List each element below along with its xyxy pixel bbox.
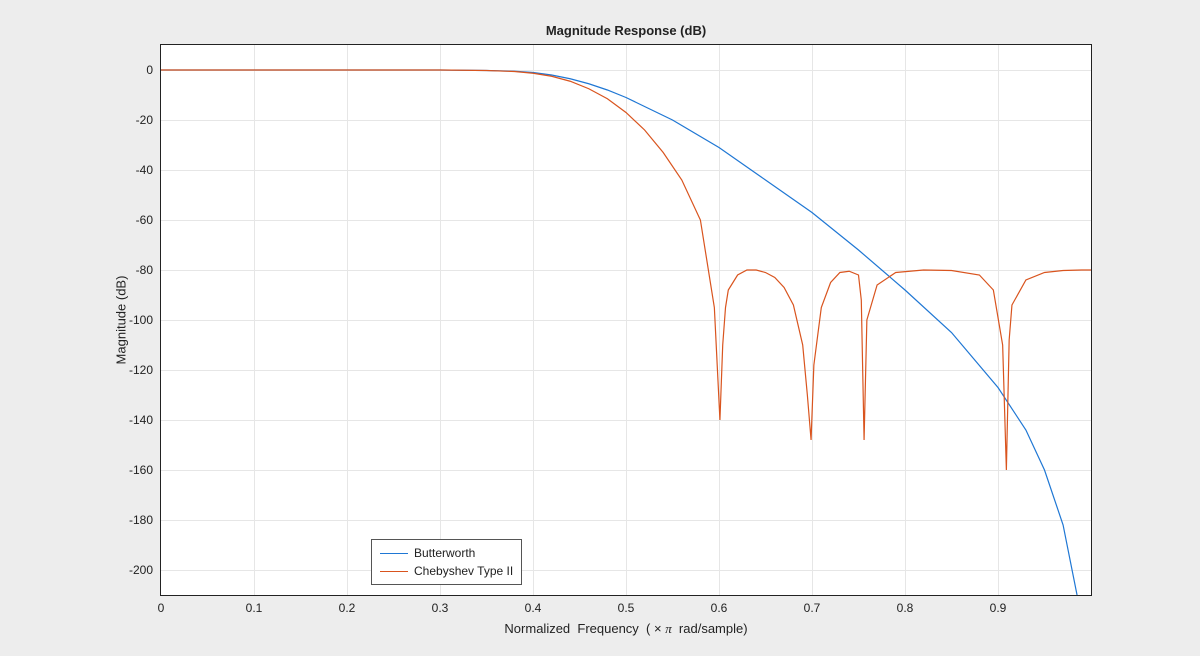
x-tick-label: 0.9 bbox=[978, 601, 1018, 615]
x-tick-label: 0.3 bbox=[420, 601, 460, 615]
y-tick-label: 0 bbox=[103, 63, 153, 77]
y-tick-label: -140 bbox=[103, 413, 153, 427]
x-axis-label: Normalized Frequency ( × π rad/sample) bbox=[161, 621, 1091, 637]
series-line bbox=[161, 70, 1077, 595]
y-tick-label: -180 bbox=[103, 513, 153, 527]
legend-swatch-icon bbox=[380, 553, 408, 554]
y-tick-label: -200 bbox=[103, 563, 153, 577]
legend-item: Chebyshev Type II bbox=[380, 562, 513, 580]
x-tick-label: 0.2 bbox=[327, 601, 367, 615]
figure-window: Magnitude Response (dB) Magnitude (dB) N… bbox=[40, 0, 1160, 656]
y-tick-label: -100 bbox=[103, 313, 153, 327]
legend-label: Chebyshev Type II bbox=[414, 562, 513, 580]
x-tick-label: 0.7 bbox=[792, 601, 832, 615]
legend-label: Butterworth bbox=[414, 544, 475, 562]
axes: Magnitude Response (dB) Magnitude (dB) N… bbox=[160, 44, 1092, 596]
x-tick-label: 0.1 bbox=[234, 601, 274, 615]
legend[interactable]: Butterworth Chebyshev Type II bbox=[371, 539, 522, 585]
x-tick-label: 0 bbox=[141, 601, 181, 615]
x-axis-label-text: Normalized Frequency ( × π rad/sample) bbox=[504, 621, 747, 636]
x-tick-label: 0.6 bbox=[699, 601, 739, 615]
x-tick-label: 0.5 bbox=[606, 601, 646, 615]
y-tick-label: -160 bbox=[103, 463, 153, 477]
x-tick-label: 0.8 bbox=[885, 601, 925, 615]
x-tick-label: 0.4 bbox=[513, 601, 553, 615]
legend-swatch-icon bbox=[380, 571, 408, 572]
y-tick-label: -120 bbox=[103, 363, 153, 377]
y-tick-label: -80 bbox=[103, 263, 153, 277]
legend-item: Butterworth bbox=[380, 544, 513, 562]
y-tick-label: -20 bbox=[103, 113, 153, 127]
y-tick-label: -60 bbox=[103, 213, 153, 227]
series-line bbox=[161, 70, 1091, 470]
plot-svg bbox=[161, 45, 1091, 595]
chart-title: Magnitude Response (dB) bbox=[161, 23, 1091, 38]
y-tick-label: -40 bbox=[103, 163, 153, 177]
